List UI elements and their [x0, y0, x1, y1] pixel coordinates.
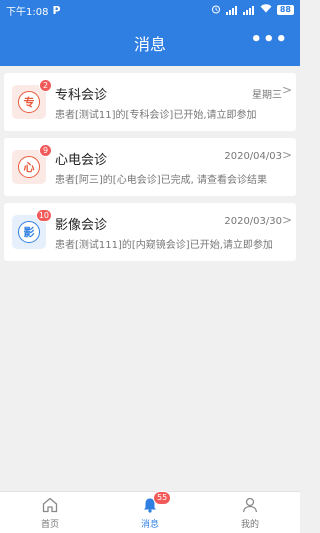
status-bar: 下午1:08 P 88	[0, 0, 300, 20]
bell-icon: 55	[140, 491, 172, 515]
chevron-right-icon: >	[281, 83, 292, 97]
app-notification-icon: P	[52, 3, 61, 17]
specialist-consult-icon: 专 2	[12, 79, 52, 119]
message-item-specialist[interactable]: 专 2 专科会诊 星期三 > 患者[测试11]的[专科会诊]已开始,请立即参加	[4, 73, 296, 131]
messages-badge: 55	[153, 491, 172, 505]
tab-home[interactable]: 首页	[0, 492, 100, 533]
message-preview: 患者[测试11]的[专科会诊]已开始,请立即参加	[55, 110, 257, 121]
tab-home-label: 首页	[40, 520, 59, 530]
chevron-right-icon: >	[281, 148, 292, 162]
message-item-imaging[interactable]: 影 10 影像会诊 2020/03/30 > 患者[测试111]的[内窥镜会诊]…	[4, 203, 296, 261]
message-date: 2020/04/03	[224, 151, 282, 162]
imaging-consult-icon: 影 10	[12, 209, 52, 249]
message-date: 2020/03/30	[224, 216, 282, 227]
bottom-nav: 首页 55 消息 我的	[0, 491, 300, 533]
message-date: 星期三	[252, 90, 282, 101]
message-preview: 患者[测试111]的[内窥镜会诊]已开始,请立即参加	[55, 240, 273, 251]
battery-icon: 88	[276, 5, 294, 15]
tab-messages-label: 消息	[140, 520, 159, 530]
ecg-consult-icon: 心 9	[12, 144, 52, 184]
status-time: 下午1:08	[6, 6, 49, 18]
home-icon	[40, 495, 60, 515]
message-title: 专科会诊	[55, 88, 108, 103]
signal-icon	[225, 5, 238, 15]
message-title: 影像会诊	[55, 218, 108, 233]
tab-mine[interactable]: 我的	[200, 492, 300, 533]
alarm-icon	[211, 4, 221, 17]
app-header: 消息 •••	[0, 20, 300, 66]
tab-messages[interactable]: 55 消息	[100, 491, 200, 533]
message-item-ecg[interactable]: 心 9 心电会诊 2020/04/03 > 患者[阿三]的[心电会诊]已完成, …	[4, 138, 296, 196]
unread-badge: 2	[39, 79, 52, 92]
unread-badge: 10	[35, 209, 52, 222]
page-title: 消息	[133, 35, 166, 54]
more-dots-icon[interactable]: •••	[250, 31, 288, 49]
signal-icon-2	[242, 5, 255, 15]
user-icon	[240, 495, 260, 515]
unread-badge: 9	[39, 144, 52, 157]
message-title: 心电会诊	[55, 153, 108, 168]
tab-mine-label: 我的	[240, 520, 259, 530]
message-preview: 患者[阿三]的[心电会诊]已完成, 请查看会诊结果	[55, 175, 267, 186]
wifi-icon	[260, 4, 272, 16]
chevron-right-icon: >	[281, 213, 292, 227]
